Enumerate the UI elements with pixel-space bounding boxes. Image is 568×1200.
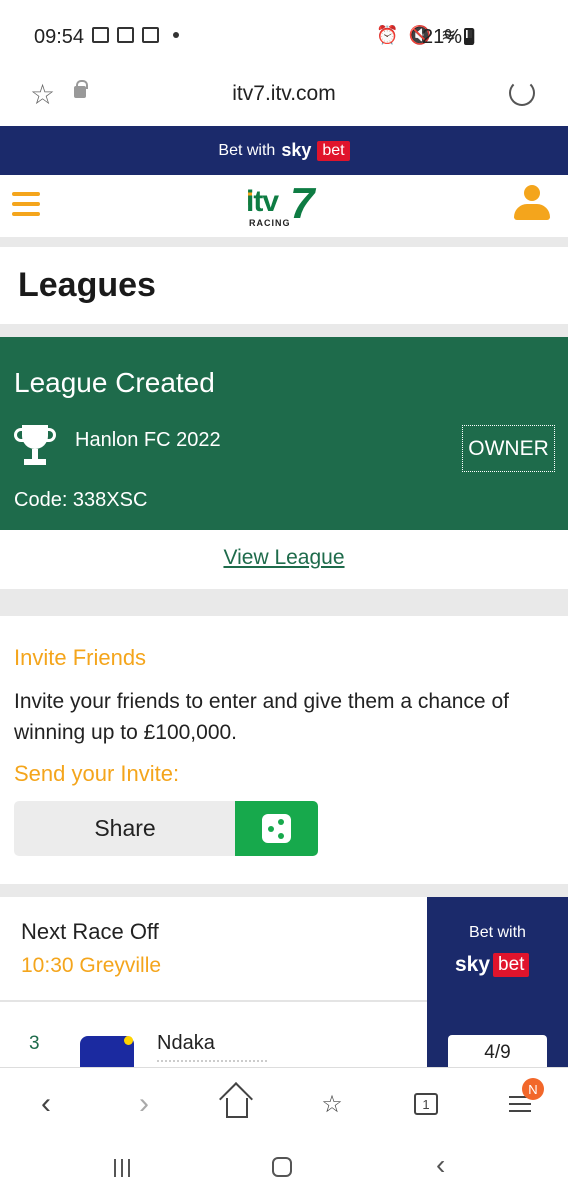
calendar-notification-icon — [117, 27, 134, 43]
trophy-icon — [14, 425, 56, 469]
next-race-label: Next Race Off — [21, 919, 159, 944]
section-divider — [0, 324, 568, 337]
forward-arrow-icon[interactable]: › — [124, 1084, 164, 1124]
invite-friends-heading: Invite Friends — [14, 645, 147, 670]
share-icon — [262, 814, 291, 843]
next-race-time-venue: 10:30 Greyville — [21, 954, 162, 977]
site-header: itv 7 RACING — [0, 175, 568, 237]
hamburger-menu-icon[interactable] — [12, 192, 40, 218]
status-time: 09:54 — [34, 26, 85, 48]
bet-with-label: Bet with — [218, 141, 276, 159]
back-arrow-icon[interactable]: ‹ — [26, 1084, 66, 1124]
invite-description: Invite your friends to enter and give th… — [14, 690, 509, 744]
voicemail-notification-icon — [142, 27, 159, 43]
browser-bottom-bar: ‹ › ☆ 1 — [0, 1067, 568, 1137]
system-back-icon[interactable]: ‹ — [436, 1149, 445, 1181]
runner-number: 3 — [29, 1033, 40, 1054]
share-button[interactable]: Share — [14, 801, 236, 856]
browser-url-bar: ☆ itv7.itv.com — [0, 72, 568, 126]
recents-icon[interactable] — [114, 1159, 130, 1177]
notification-icons — [92, 27, 179, 43]
more-notifications-icon — [173, 32, 179, 38]
view-league-link[interactable]: View League — [0, 546, 568, 570]
race-sky-text: sky — [455, 953, 491, 976]
league-code: Code: 338XSC — [14, 489, 148, 511]
odds-button[interactable]: 4/9 — [448, 1035, 547, 1071]
next-race-panel[interactable]: Next Race Off 10:30 Greyville — [0, 897, 427, 1001]
section-divider — [0, 884, 568, 897]
race-divider — [0, 1000, 427, 1002]
home-icon[interactable] — [217, 1084, 257, 1124]
runner-name[interactable]: Ndaka — [157, 1032, 215, 1055]
url-text[interactable]: itv7.itv.com — [0, 82, 568, 106]
tabs-icon[interactable]: 1 — [406, 1084, 446, 1124]
race-bet-with-label: Bet with — [469, 924, 526, 941]
bet-logo-box: bet — [317, 140, 350, 161]
send-invite-heading: Send your Invite: — [14, 761, 180, 786]
owner-badge: OWNER — [462, 425, 555, 472]
alarm-icon: ⏰ — [376, 25, 399, 45]
account-user-icon[interactable] — [514, 185, 550, 223]
sky-bet-banner[interactable]: Bet with sky bet — [0, 126, 568, 175]
share-icon-button[interactable] — [235, 801, 318, 856]
sky-logo-text: sky — [281, 140, 312, 160]
bookmarks-icon[interactable]: ☆ — [312, 1084, 352, 1124]
system-home-icon[interactable] — [272, 1157, 292, 1177]
menu-notification-badge: N — [522, 1078, 544, 1100]
status-bar: 09:54 ⏰ 🔇 ≋ ▮ 21% — [0, 0, 568, 72]
league-created-heading: League Created — [14, 367, 215, 398]
battery-percent: 21% — [421, 26, 462, 48]
section-divider — [0, 589, 568, 616]
jockey-silks-icon — [80, 1036, 134, 1070]
race-sky-bet-logo: sky bet — [455, 953, 530, 977]
battery-icon — [464, 28, 474, 45]
reload-icon[interactable] — [509, 80, 535, 106]
league-created-card: League Created Hanlon FC 2022 OWNER Code… — [0, 337, 568, 530]
image-notification-icon — [92, 27, 109, 43]
league-name: Hanlon FC 2022 — [75, 429, 221, 451]
race-bet-box: bet — [493, 953, 530, 977]
page-title: Leagues — [18, 266, 156, 304]
itv7-racing-logo[interactable]: itv 7 RACING — [246, 179, 322, 229]
section-divider — [0, 237, 568, 247]
system-navigation-bar: ‹ — [0, 1137, 568, 1200]
